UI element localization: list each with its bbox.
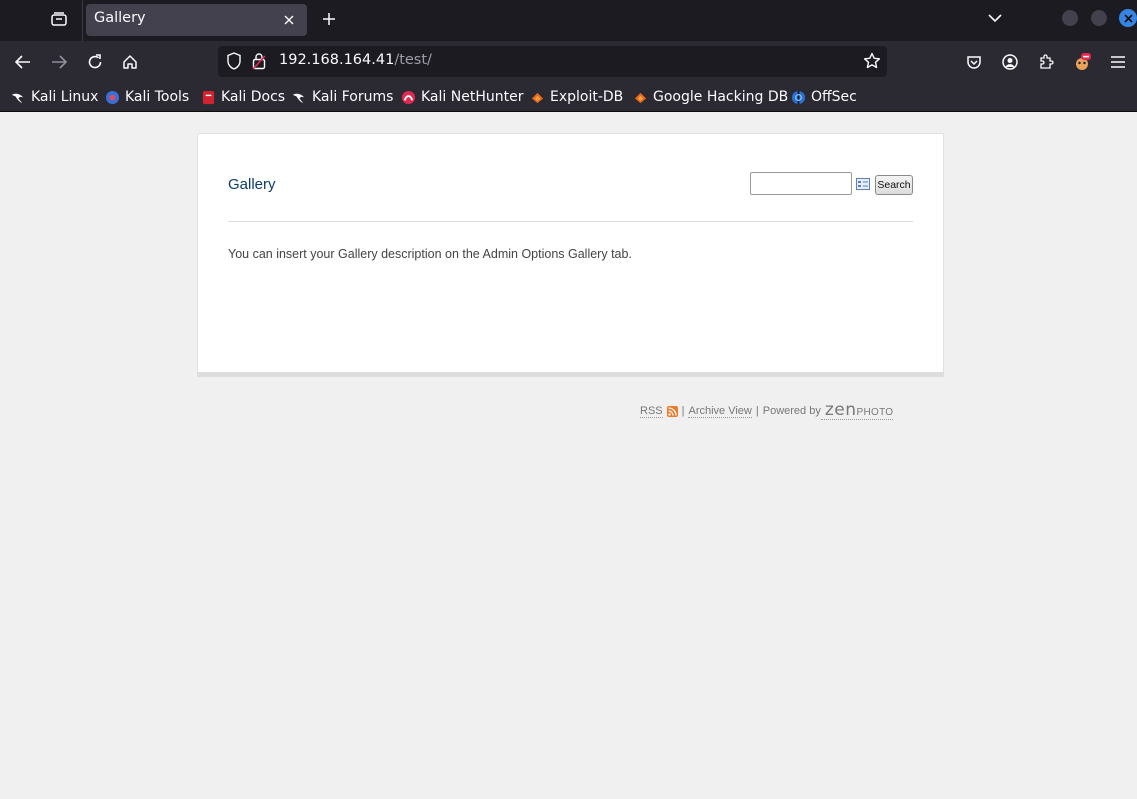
- account-icon: [1002, 54, 1018, 70]
- bookmark-kali-tools[interactable]: Kali Tools: [105, 88, 189, 106]
- new-tab-button[interactable]: [316, 6, 342, 32]
- puzzle-icon: [1040, 54, 1054, 69]
- back-button[interactable]: [10, 49, 36, 75]
- bookmark-google-hacking-db[interactable]: Google Hacking DB: [633, 88, 788, 106]
- bookmark-label: Kali Linux: [31, 89, 99, 105]
- search-options-icon[interactable]: [856, 178, 870, 190]
- offsec-icon: [791, 90, 806, 104]
- search-input[interactable]: [750, 172, 852, 195]
- zenphoto-logo-link[interactable]: zen PHOTO: [820, 400, 894, 420]
- exploit-db-icon: [634, 92, 647, 103]
- rss-link[interactable]: RSS: [640, 405, 663, 418]
- minimize-button[interactable]: [1062, 10, 1078, 26]
- archive-view-link[interactable]: Archive View: [688, 405, 752, 418]
- navigation-toolbar: 192.168.164.41/test/: [0, 41, 1137, 82]
- extensions-button[interactable]: [1033, 49, 1059, 75]
- gallery-title[interactable]: Gallery: [228, 176, 276, 193]
- bookmark-kali-docs[interactable]: Kali Docs: [201, 88, 285, 106]
- footer-separator: |: [755, 405, 759, 417]
- url-text[interactable]: 192.168.164.41/test/: [279, 52, 432, 68]
- kali-dragon-icon: [11, 93, 24, 103]
- fox-extension-icon: [1076, 53, 1091, 70]
- zenphoto-logo-photo: PHOTO: [856, 407, 894, 418]
- tab-list-button[interactable]: [44, 6, 74, 32]
- zenphoto-logo-zen: zen: [824, 400, 857, 420]
- gallery-description: You can insert your Gallery description …: [228, 247, 632, 261]
- bookmark-star-icon[interactable]: [863, 52, 881, 70]
- footer-separator: |: [681, 405, 685, 417]
- bookmark-label: Kali Docs: [221, 89, 286, 105]
- chevron-down-icon: [988, 14, 1002, 22]
- tab-list-icon: [51, 12, 67, 26]
- bookmark-label: OffSec: [811, 89, 857, 105]
- exploit-db-icon: [531, 92, 544, 103]
- home-button[interactable]: [117, 49, 143, 75]
- pocket-button[interactable]: [961, 49, 987, 75]
- reload-icon: [88, 54, 102, 69]
- bookmark-kali-forums[interactable]: Kali Forums: [292, 88, 393, 106]
- close-icon: [1123, 13, 1133, 23]
- extension-foxyproxy-button[interactable]: [1069, 49, 1095, 75]
- bookmarks-toolbar: Kali Linux Kali Tools Kali Docs Kali For…: [0, 82, 1137, 112]
- gallery-container: Gallery Search You can insert your Galle…: [197, 133, 944, 377]
- url-host: 192.168.164.41: [279, 52, 395, 68]
- forward-button[interactable]: [46, 49, 72, 75]
- arrow-left-icon: [15, 55, 30, 69]
- tab-gallery[interactable]: Gallery: [86, 4, 307, 36]
- pocket-icon: [967, 56, 981, 69]
- rss-icon[interactable]: [666, 405, 678, 417]
- maximize-button[interactable]: [1091, 10, 1107, 26]
- bookmark-label: Exploit-DB: [550, 89, 624, 105]
- tab-bar: Gallery: [0, 0, 1137, 41]
- powered-by-text: Powered by: [762, 405, 821, 417]
- url-path: /test/: [394, 52, 432, 68]
- tab-title: Gallery: [94, 10, 146, 26]
- nethunter-icon: [401, 90, 416, 104]
- bookmark-label: Google Hacking DB: [653, 89, 789, 105]
- close-icon: [284, 15, 294, 25]
- hamburger-menu-icon: [1111, 56, 1125, 68]
- window-close-button[interactable]: [1119, 9, 1137, 27]
- search-button[interactable]: Search: [875, 175, 913, 195]
- bookmark-kali-linux[interactable]: Kali Linux: [11, 88, 98, 106]
- home-icon: [123, 55, 137, 69]
- tab-close-button[interactable]: [279, 10, 299, 30]
- bookmark-label: Kali NetHunter: [421, 89, 524, 105]
- address-bar[interactable]: 192.168.164.41/test/: [218, 46, 887, 77]
- plus-icon: [323, 13, 335, 25]
- bookmark-exploit-db[interactable]: Exploit-DB: [530, 88, 623, 106]
- tab-separator: [82, 0, 83, 41]
- kali-tools-icon: [105, 90, 120, 104]
- bookmark-label: Kali Tools: [125, 89, 190, 105]
- list-all-tabs-button[interactable]: [984, 6, 1006, 30]
- header-divider: [228, 221, 913, 222]
- kali-dragon-icon: [292, 93, 305, 103]
- insecure-lock-icon[interactable]: [252, 52, 266, 70]
- tracking-protection-shield-icon[interactable]: [226, 52, 242, 70]
- kali-docs-icon: [202, 90, 215, 104]
- menu-button[interactable]: [1105, 49, 1131, 75]
- bookmark-kali-nethunter[interactable]: Kali NetHunter: [401, 88, 523, 106]
- arrow-right-icon: [52, 55, 67, 69]
- bookmark-label: Kali Forums: [312, 89, 394, 105]
- reload-button[interactable]: [82, 49, 108, 75]
- page-viewport: Gallery Search You can insert your Galle…: [0, 112, 1137, 799]
- footer: RSS | Archive View | Powered by zen PHOTO: [640, 400, 894, 420]
- bookmark-offsec[interactable]: OffSec: [791, 88, 857, 106]
- account-button[interactable]: [997, 49, 1023, 75]
